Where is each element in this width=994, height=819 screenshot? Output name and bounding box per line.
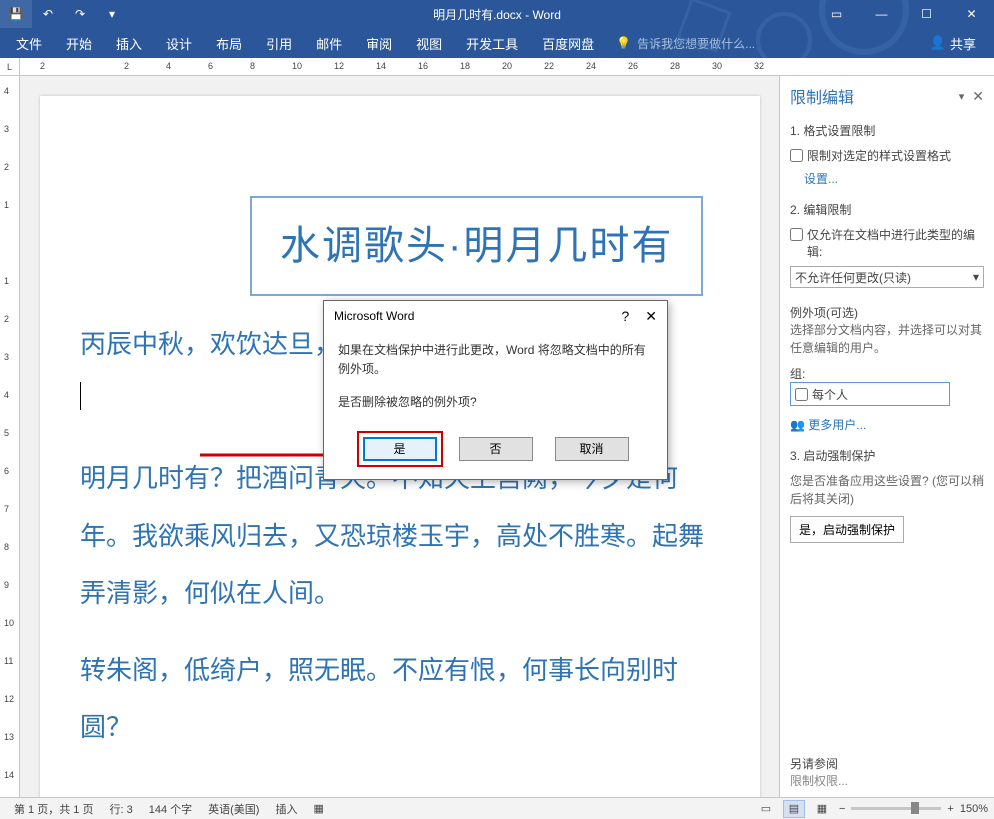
- save-button[interactable]: 💾: [0, 0, 32, 28]
- section-heading: 1. 格式设置限制: [790, 122, 984, 139]
- ruler-horizontal[interactable]: L 22468101214161820222426283032: [0, 58, 994, 76]
- tab-mailings[interactable]: 邮件: [304, 28, 354, 58]
- status-line[interactable]: 行: 3: [101, 801, 140, 817]
- pane-title: 限制编辑: [790, 84, 854, 108]
- editing-restrict-checkbox[interactable]: 仅允许在文档中进行此类型的编辑:: [790, 226, 984, 260]
- qat-customize-button[interactable]: ▾: [96, 0, 128, 28]
- minimize-button[interactable]: —: [859, 0, 904, 28]
- ribbon: 文件 开始 插入 设计 布局 引用 邮件 审阅 视图 开发工具 百度网盘 💡 告…: [0, 28, 994, 58]
- tab-references[interactable]: 引用: [254, 28, 304, 58]
- more-users-label: 更多用户...: [808, 418, 866, 432]
- no-button[interactable]: 否: [459, 437, 533, 461]
- section-heading: 2. 编辑限制: [790, 201, 984, 218]
- status-bar: 第 1 页，共 1 页 行: 3 144 个字 英语(美国) 插入 ▦ ▭ ▤ …: [0, 797, 994, 819]
- pane-options-button[interactable]: ▾: [959, 90, 967, 103]
- group-name: 每个人: [812, 386, 848, 403]
- zoom-in-button[interactable]: +: [947, 803, 953, 815]
- restrict-editing-pane: 限制编辑 ▾ ✕ 1. 格式设置限制 限制对选定的样式设置格式 设置... 2.…: [779, 76, 994, 818]
- web-layout-button[interactable]: ▦: [811, 800, 833, 818]
- macro-icon[interactable]: ▦: [305, 802, 331, 815]
- status-language[interactable]: 英语(美国): [200, 801, 267, 817]
- exceptions-description: 选择部分文档内容，并选择可以对其任意编辑的用户。: [790, 321, 984, 357]
- print-layout-button[interactable]: ▤: [783, 800, 805, 818]
- title-bar: 💾 ↶ ↷ ▾ 明月几时有.docx - Word ▭ — ☐ ✕: [0, 0, 994, 28]
- ribbon-options-button[interactable]: ▭: [814, 0, 859, 28]
- tab-home[interactable]: 开始: [54, 28, 104, 58]
- checkbox[interactable]: [790, 149, 803, 162]
- zoom-level[interactable]: 150%: [960, 803, 988, 815]
- group-everyone[interactable]: 每个人: [790, 382, 950, 406]
- tab-layout[interactable]: 布局: [204, 28, 254, 58]
- tell-me-search[interactable]: 💡 告诉我您想要做什么...: [616, 35, 755, 52]
- tab-view[interactable]: 视图: [404, 28, 454, 58]
- window-controls: ▭ — ☐ ✕: [814, 0, 994, 28]
- checkbox[interactable]: [795, 388, 808, 401]
- tab-file[interactable]: 文件: [4, 28, 54, 58]
- chevron-down-icon: ▾: [973, 270, 979, 284]
- tab-baidu[interactable]: 百度网盘: [530, 28, 606, 58]
- status-insert-mode[interactable]: 插入: [267, 801, 305, 817]
- exceptions-heading: 例外项(可选): [790, 304, 984, 321]
- share-label: 共享: [950, 34, 976, 53]
- quick-access-toolbar: 💾 ↶ ↷ ▾: [0, 0, 128, 28]
- confirm-dialog: Microsoft Word ? ✕ 如果在文档保护中进行此更改，Word 将忽…: [323, 300, 668, 480]
- dialog-message: 如果在文档保护中进行此更改，Word 将忽略文档中的所有例外项。: [338, 341, 653, 379]
- dialog-question: 是否删除被忽略的例外项?: [338, 393, 653, 412]
- redo-button[interactable]: ↷: [64, 0, 96, 28]
- see-also-label: 另请参阅: [790, 755, 990, 772]
- people-icon: 👥: [790, 418, 805, 432]
- paragraph[interactable]: 转朱阁，低绮户，照无眠。不应有恨，何事长向别时圆？: [80, 642, 720, 756]
- yes-button[interactable]: 是: [363, 437, 437, 461]
- settings-link[interactable]: 设置...: [804, 170, 984, 187]
- zoom-thumb[interactable]: [911, 802, 919, 814]
- tab-design[interactable]: 设计: [154, 28, 204, 58]
- restrict-permission-link[interactable]: 限制权限...: [790, 772, 990, 789]
- tab-review[interactable]: 审阅: [354, 28, 404, 58]
- share-button[interactable]: 👤 共享: [916, 28, 990, 58]
- pane-close-button[interactable]: ✕: [972, 88, 984, 105]
- tell-me-placeholder: 告诉我您想要做什么...: [637, 35, 755, 52]
- section-heading: 3. 启动强制保护: [790, 447, 984, 464]
- checkbox[interactable]: [790, 228, 803, 241]
- person-icon: 👤: [930, 35, 946, 51]
- lightbulb-icon: 💡: [616, 36, 631, 50]
- formatting-restrict-checkbox[interactable]: 限制对选定的样式设置格式: [790, 147, 984, 164]
- group-label: 组:: [790, 365, 984, 382]
- close-button[interactable]: ✕: [949, 0, 994, 28]
- text-cursor: [80, 382, 81, 410]
- ruler-vertical[interactable]: 43211234567891011121314: [0, 76, 20, 818]
- cancel-button[interactable]: 取消: [555, 437, 629, 461]
- select-value: 不允许任何更改(只读): [795, 269, 911, 286]
- dialog-titlebar[interactable]: Microsoft Word ? ✕: [324, 301, 667, 331]
- status-page[interactable]: 第 1 页，共 1 页: [6, 801, 101, 817]
- editing-type-select[interactable]: 不允许任何更改(只读) ▾: [790, 266, 984, 288]
- ruler-corner: L: [0, 58, 20, 75]
- dialog-title: Microsoft Word: [334, 309, 414, 323]
- document-title[interactable]: 水调歌头·明月几时有: [250, 196, 703, 296]
- read-mode-button[interactable]: ▭: [755, 800, 777, 818]
- enforce-protection-button[interactable]: 是，启动强制保护: [790, 516, 904, 543]
- enforce-description: 您是否准备应用这些设置? (您可以稍后将其关闭): [790, 472, 984, 508]
- tab-insert[interactable]: 插入: [104, 28, 154, 58]
- maximize-button[interactable]: ☐: [904, 0, 949, 28]
- dialog-help-button[interactable]: ?: [621, 308, 629, 325]
- undo-button[interactable]: ↶: [32, 0, 64, 28]
- more-users-link[interactable]: 👥 更多用户...: [790, 416, 984, 433]
- tab-developer[interactable]: 开发工具: [454, 28, 530, 58]
- zoom-slider[interactable]: [851, 807, 941, 810]
- window-title: 明月几时有.docx - Word: [433, 6, 561, 23]
- dialog-close-button[interactable]: ✕: [645, 308, 657, 325]
- checkbox-label: 仅允许在文档中进行此类型的编辑:: [807, 226, 984, 260]
- zoom-out-button[interactable]: −: [839, 803, 845, 815]
- checkbox-label: 限制对选定的样式设置格式: [807, 147, 951, 164]
- status-word-count[interactable]: 144 个字: [141, 801, 200, 817]
